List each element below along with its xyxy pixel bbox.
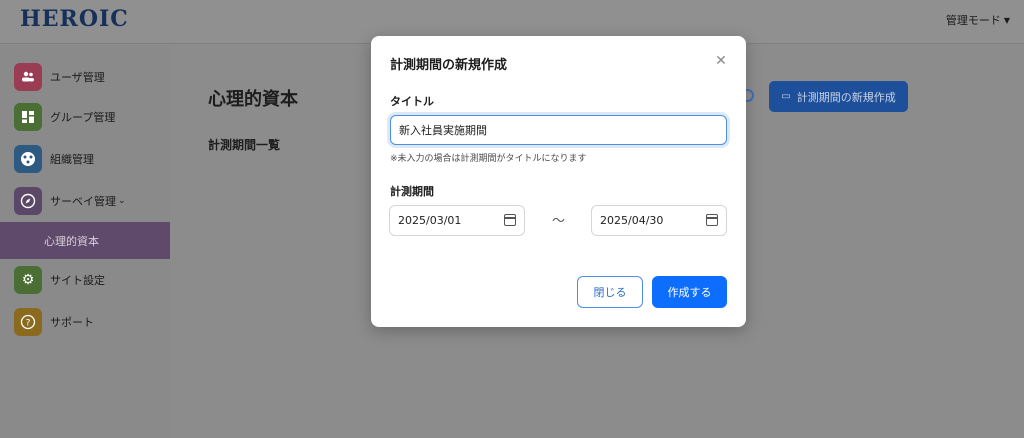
sidebar-item-groups[interactable]: グループ管理 [0,97,170,137]
end-date-value: 2025/04/30 [600,214,664,227]
close-button[interactable]: 閉じる [577,276,643,308]
sidebar-item-support[interactable]: ? サポート [0,302,170,342]
modal-title: 計測期間の新規作成 [390,58,508,73]
sidebar-item-label: サポート [50,316,94,329]
page-title: 心理的資本 [208,89,298,110]
create-period-button[interactable]: ▭ 計測期間の新規作成 [769,81,908,112]
section-title: 計測期間一覧 [208,138,281,152]
chevron-down-icon: ⌄ [118,196,126,206]
sidebar-item-organization[interactable]: 組織管理 [0,139,170,179]
grid-icon [14,103,42,131]
sidebar-subitem-psychological-capital[interactable]: 心理的資本 [0,222,170,259]
sidebar-item-users[interactable]: ユーザ管理 [0,57,170,97]
sidebar-item-label: サーベイ管理 [50,195,116,208]
sidebar-item-survey[interactable]: サーベイ管理 ⌄ [0,181,170,221]
title-hint: ※未入力の場合は計測期間がタイトルになります [390,154,587,164]
calendar-icon[interactable] [504,214,516,226]
create-period-modal: 計測期間の新規作成 ✕ タイトル ※未入力の場合は計測期間がタイトルになります … [371,36,746,327]
gear-icon: ⚙ [14,266,42,294]
period-label: 計測期間 [390,185,434,198]
sidebar-item-label: グループ管理 [50,111,116,124]
calendar-icon[interactable] [706,214,718,226]
heroic-logo[interactable]: HEROIC [20,6,129,32]
sidebar-item-label: 組織管理 [50,153,94,166]
mode-label: 管理モード [945,14,1001,27]
date-separator: ～ [552,214,566,229]
sidebar-item-label: ユーザ管理 [50,71,105,84]
title-input[interactable] [390,115,727,145]
sidebar-item-label: サイト設定 [50,274,105,287]
caret-down-icon: ▼ [1003,15,1010,25]
title-label: タイトル [390,95,434,108]
compass-icon [14,187,42,215]
sidebar-subitem-label: 心理的資本 [44,234,99,248]
svg-text:?: ? [26,319,31,329]
help-icon: ? [14,308,42,336]
close-icon[interactable]: ✕ [712,52,730,70]
calendar-icon: ▭ [781,91,791,102]
sidebar: ユーザ管理 グループ管理 組織管理 サーベイ管理 ⌄ 心理的資本 ⚙ サイト設定… [0,45,170,438]
users-icon [14,63,42,91]
end-date-field[interactable]: 2025/04/30 [591,205,727,236]
create-button[interactable]: 作成する [652,276,727,308]
sidebar-item-site-settings[interactable]: ⚙ サイト設定 [0,260,170,300]
create-period-label: 計測期間の新規作成 [796,90,896,104]
start-date-value: 2025/03/01 [398,214,462,227]
start-date-field[interactable]: 2025/03/01 [389,205,525,236]
org-icon [14,145,42,173]
mode-dropdown[interactable]: 管理モード ▼ [946,12,1010,28]
